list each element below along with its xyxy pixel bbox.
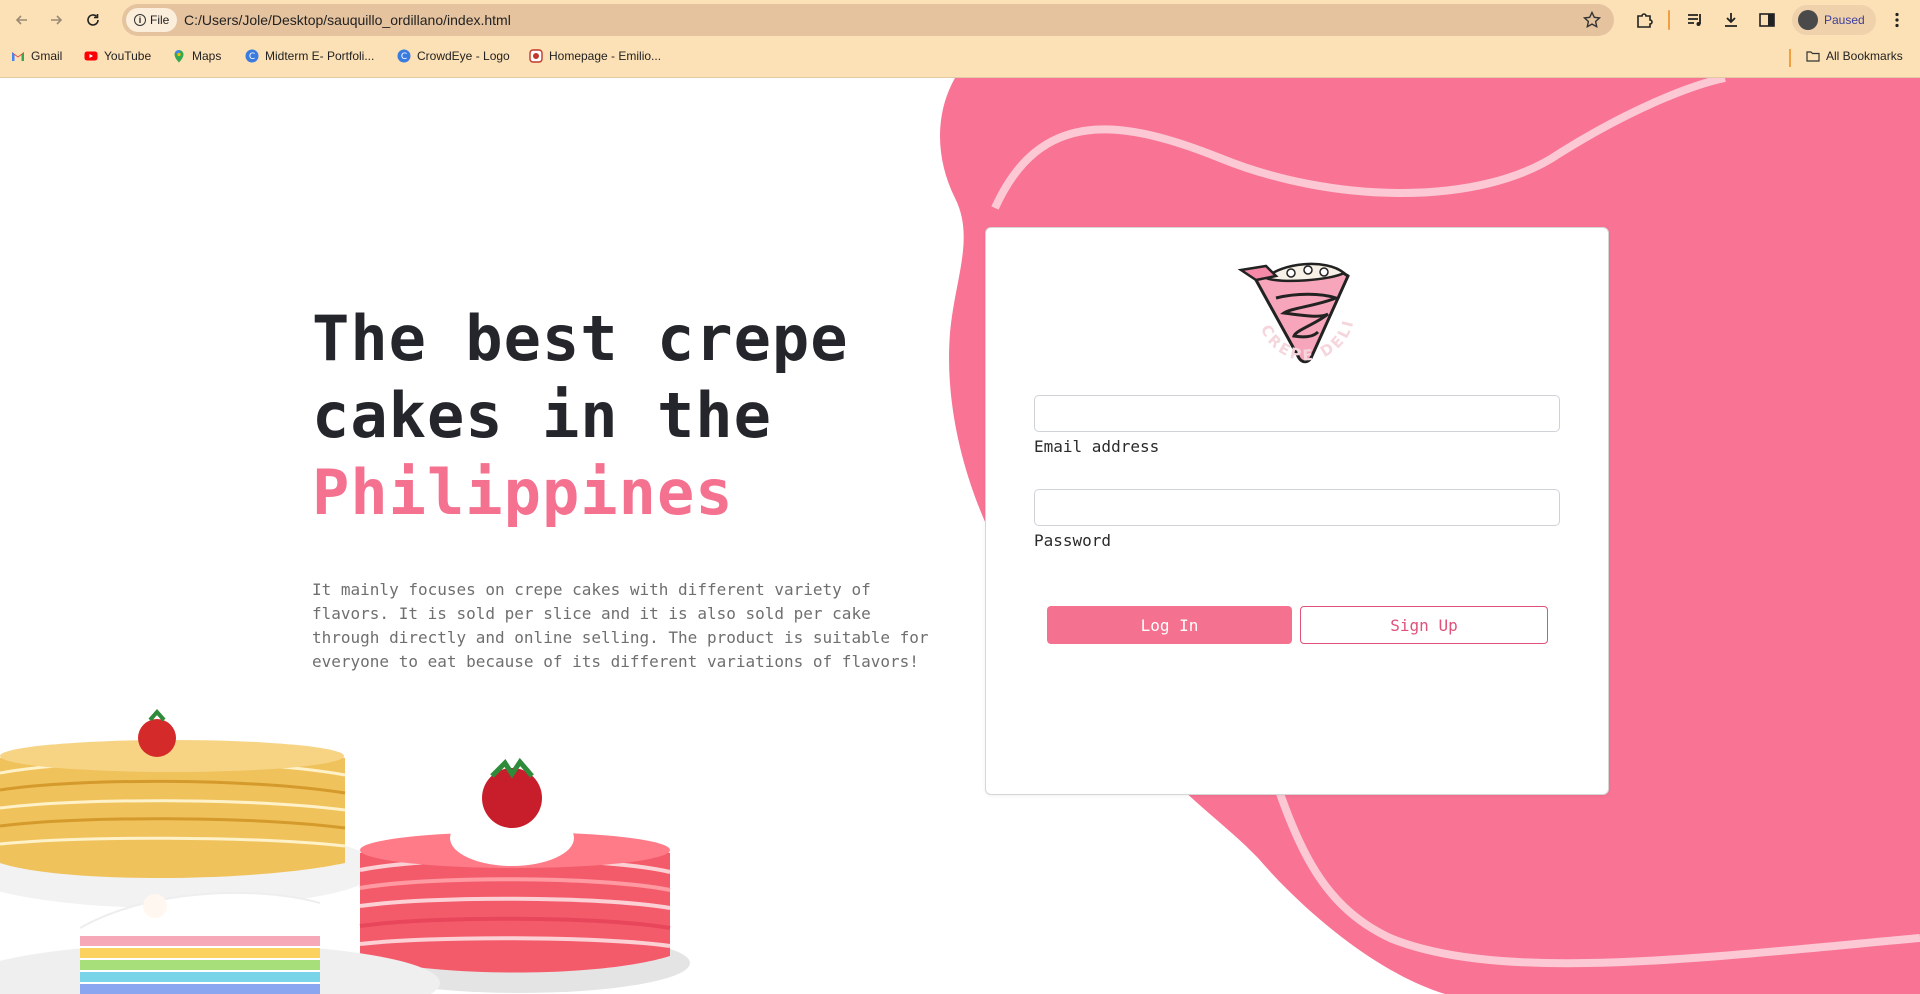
bookmark-maps[interactable]: Maps xyxy=(172,49,221,63)
canva-icon: C xyxy=(245,49,259,63)
info-icon: i xyxy=(134,14,146,26)
bookmark-homepage-emilio[interactable]: Homepage - Emilio... xyxy=(529,49,661,63)
file-chip-label: File xyxy=(150,13,170,27)
arrow-right-icon xyxy=(51,15,63,25)
crepe-delight-logo: CREPE DELIGHT xyxy=(1236,258,1355,365)
bookmark-label: Maps xyxy=(192,49,222,63)
side-panel-icon xyxy=(1759,13,1775,27)
downloads-button[interactable] xyxy=(1719,8,1743,32)
bookmark-label: Midterm E- Portfoli... xyxy=(265,49,375,63)
playlist-icon xyxy=(1688,14,1701,26)
all-bookmarks-label: All Bookmarks xyxy=(1826,49,1903,63)
bookmark-gmail[interactable]: Gmail xyxy=(11,49,62,63)
email-label: Email address xyxy=(1034,437,1160,456)
rainbow-crepe-slice xyxy=(79,891,321,994)
plain-crepe-stack xyxy=(0,708,346,878)
kebab-menu-icon xyxy=(1895,12,1899,28)
email-field[interactable] xyxy=(1034,395,1560,432)
crepe-cakes-image xyxy=(0,708,690,994)
url-text[interactable]: C:/Users/Jole/Desktop/sauquillo_ordillan… xyxy=(184,4,511,36)
profile-status: Paused xyxy=(1824,13,1865,27)
address-bar[interactable]: i File C:/Users/Jole/Desktop/sauquillo_o… xyxy=(122,4,1614,36)
site-icon xyxy=(529,49,543,63)
profile-button[interactable]: Paused xyxy=(1792,5,1876,35)
toolbar-divider xyxy=(1668,10,1670,30)
reload-button[interactable] xyxy=(79,6,107,34)
canva-icon: C xyxy=(397,49,411,63)
bookmark-youtube[interactable]: YouTube xyxy=(84,49,151,63)
youtube-icon xyxy=(84,51,98,61)
bookmark-crowdeye-logo[interactable]: C CrowdEye - Logo xyxy=(397,49,510,63)
arrow-left-icon xyxy=(15,15,27,25)
reload-icon xyxy=(87,14,99,26)
bookmark-label: Gmail xyxy=(31,49,63,63)
password-field[interactable] xyxy=(1034,489,1560,526)
site-info-chip[interactable]: i File xyxy=(126,8,178,32)
side-panel-button[interactable] xyxy=(1755,8,1779,32)
hero-title-line2: cakes in the xyxy=(312,379,772,452)
avatar xyxy=(1798,10,1818,30)
browser-toolbar: i File C:/Users/Jole/Desktop/sauquillo_o… xyxy=(0,0,1920,40)
login-card: CREPE DELIGHT Email address Password Log… xyxy=(985,227,1609,795)
maps-icon xyxy=(174,49,184,63)
bookmark-label: Homepage - Emilio... xyxy=(549,49,662,63)
hero-title: The best crepe cakes in the Philippines xyxy=(312,300,932,531)
bookmark-label: YouTube xyxy=(104,49,152,63)
forward-button[interactable] xyxy=(42,6,70,34)
puzzle-icon xyxy=(1637,13,1653,28)
signup-button[interactable]: Sign Up xyxy=(1300,606,1548,644)
strawberry-crepe-stack xyxy=(359,757,671,973)
extensions-button[interactable] xyxy=(1632,8,1656,32)
bookmarks-bar: Gmail YouTube Maps C Midterm E- Portfoli… xyxy=(0,40,1920,78)
all-bookmarks-button[interactable]: All Bookmarks xyxy=(1806,49,1903,63)
bookmark-star-icon[interactable] xyxy=(1582,10,1602,30)
hero-title-accent: Philippines xyxy=(312,456,734,529)
back-button[interactable] xyxy=(8,6,36,34)
gmail-icon xyxy=(12,52,24,61)
svg-text:C: C xyxy=(249,52,255,62)
login-button[interactable]: Log In xyxy=(1047,606,1292,644)
folder-icon xyxy=(1806,51,1820,62)
hero-title-line1: The best crepe xyxy=(312,302,849,375)
download-icon xyxy=(1725,13,1737,27)
media-button[interactable] xyxy=(1683,8,1707,32)
svg-text:C: C xyxy=(401,52,407,62)
page-content: The best crepe cakes in the Philippines … xyxy=(0,78,1920,994)
bookmark-label: CrowdEye - Logo xyxy=(417,49,510,63)
bookmark-midterm-portfolio[interactable]: C Midterm E- Portfoli... xyxy=(245,49,374,63)
menu-button[interactable] xyxy=(1885,8,1909,32)
password-label: Password xyxy=(1034,531,1112,550)
bookmarks-divider xyxy=(1789,49,1791,67)
